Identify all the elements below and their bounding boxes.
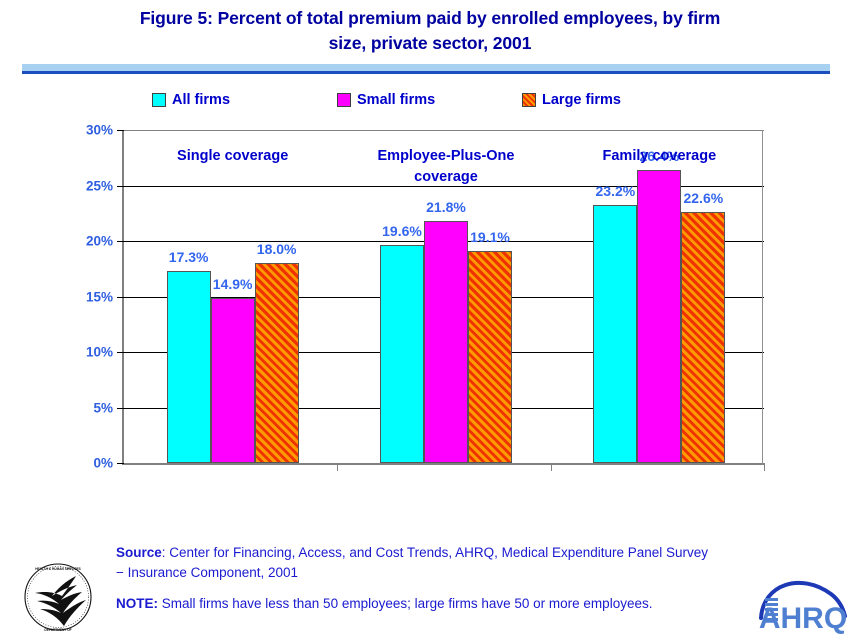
cyan-swatch [152,93,166,107]
chart-legend: All firms Small firms Large firms [122,88,762,114]
legend-label-0: All firms [172,92,231,108]
x-axis-label-2: Family coverage [549,146,769,167]
svg-text:DEPARTMENT OF: DEPARTMENT OF [44,628,71,632]
y-axis-label-10: 10% [85,344,113,360]
chart-title-line-1: Figure 5: Percent of total premium paid … [139,8,721,28]
bar-value-label: 19.6% [382,223,422,240]
source-text: : Center for Financing, Access, and Cost… [116,545,709,580]
legend-item-1: Small firms [337,88,435,112]
plot-area: 30% 25% 20% 15% 10% 5% 0% 17.3% 14.9% 18.0% 19.6% 2… [86,123,765,471]
magenta-swatch [337,93,351,107]
chart-title: Figure 5: Percent of total premium paid … [60,6,800,56]
bar-large-firms-employee-plus-one-coverage [468,251,512,463]
bar-value-label: 23.2% [595,183,636,200]
bar-large-firms-single-coverage [254,263,299,463]
legend-label-2: Large firms [542,92,621,108]
y-tick-15 [117,296,124,298]
source-label: Source [116,545,162,560]
legend-item-2: Large firms [522,88,621,112]
x-axis-label-1: Employee-Plus-One coverage [336,146,556,188]
bar-small-firms-employee-plus-one-coverage [424,221,468,463]
y-tick-30 [117,130,124,131]
bar-all-firms-single-coverage [166,270,211,463]
chart-title-line-2: size, private sector, 2001 [328,33,532,53]
source-note: Source: Center for Financing, Access, an… [116,543,716,583]
y-axis-label-5: 5% [93,400,113,415]
y-tick-10 [117,352,124,353]
y-tick-20 [117,241,124,242]
bar-value-label: 18.0% [256,241,297,258]
legend-item-0: All firms [152,88,230,112]
plot-right-border [762,130,763,465]
y-axis-label-15: 15% [85,289,113,304]
bar-all-firms-family-coverage [593,205,638,463]
page-title: Figure 5: Percent of total premium paid … [60,6,800,56]
bar-value-label: 22.6% [683,190,724,207]
x-tick-2 [764,463,765,471]
gridline-30 [124,130,764,131]
y-tick-25 [117,185,124,187]
y-tick-0 [117,463,124,464]
bar-large-firms-family-coverage [681,212,726,463]
x-axis-label-line-2: coverage [414,169,478,185]
y-axis-label-20: 20% [85,233,113,249]
ahrq-logo-text: AHRQ [759,602,847,634]
note-note: NOTE: Small firms have less than 50 empl… [116,594,716,614]
orange-hatch-swatch [522,93,536,107]
bar-small-firms-single-coverage [210,297,255,463]
bar-value-label: 21.8% [426,199,466,216]
y-axis-label-25: 25% [85,178,113,193]
title-divider-rule [22,71,830,74]
bar-all-firms-employee-plus-one-coverage [380,245,424,463]
legend-label-1: Small firms [357,92,436,108]
x-axis-label-0: Single coverage [123,146,343,167]
y-tick-5 [117,407,124,409]
bar-value-label: 19.1% [470,228,510,245]
x-tick-1 [550,463,552,471]
note-label: NOTE: [116,596,158,611]
bar-value-label: 14.9% [212,275,253,292]
ahrq-logo: AHRQ [757,570,849,635]
title-divider-band [22,64,830,71]
x-axis-label-line-1: Single coverage [177,148,289,164]
note-text: Small firms have less than 50 employees;… [158,596,653,611]
footnotes: Source: Center for Financing, Access, an… [116,543,716,625]
bar-small-firms-family-coverage [637,169,682,463]
y-axis-label-0: 0% [93,455,113,471]
svg-text:HEALTH & HUMAN SERVICES: HEALTH & HUMAN SERVICES [35,567,81,571]
x-axis-label-line-1: Family coverage [602,148,717,164]
y-axis-label-30: 30% [85,122,113,138]
bar-value-label: 17.3% [168,248,209,265]
hhs-seal-logo: HEALTH & HUMAN SERVICES DEPARTMENT OF [14,558,102,636]
x-tick-0 [337,463,339,471]
x-axis-label-line-1: Employee-Plus-One [377,148,515,164]
